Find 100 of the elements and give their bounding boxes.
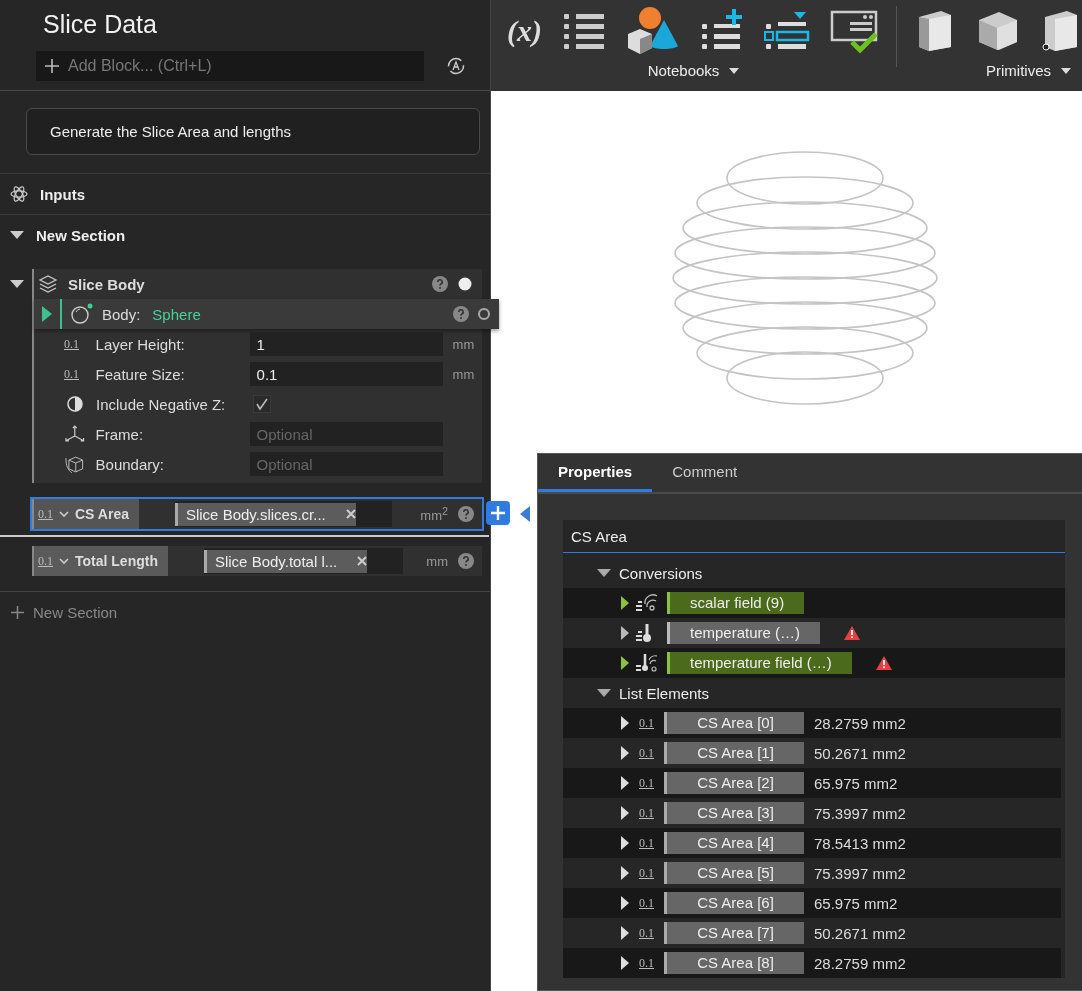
expand-arrow-icon[interactable] [621,746,629,760]
element-value: 50.2671 mm2 [814,744,906,762]
expand-arrow-icon[interactable] [621,956,629,970]
help-icon[interactable] [432,276,448,292]
parameter-input[interactable]: 1 [249,332,443,356]
section-title: Conversions [619,564,703,582]
element-chip[interactable]: CS Area [4] [664,832,804,854]
number-type-icon: 0.1 [639,925,654,941]
primitives-menu[interactable]: Primitives [986,62,1071,79]
optional-input[interactable]: Optional [249,422,443,446]
element-value: 75.3997 mm2 [814,804,906,822]
element-value: 28.2759 mm2 [814,714,906,732]
element-chip[interactable]: CS Area [8] [664,952,804,974]
expand-arrow-icon[interactable] [621,806,629,820]
cube-icon[interactable] [977,10,1019,52]
auto-refresh-icon[interactable] [446,56,466,76]
caret-icon[interactable] [597,568,611,578]
panel-tab[interactable]: Properties [538,454,653,492]
number-type-icon: 0.1 [38,553,53,569]
name-field[interactable]: CS Area [563,520,1065,553]
expand-arrow-icon[interactable] [621,926,629,940]
number-type-icon: 0.1 [639,745,654,761]
caret-icon[interactable] [10,279,24,289]
parameter-label: Feature Size: [95,365,186,383]
caret-icon [1061,67,1071,74]
element-chip[interactable]: CS Area [0] [664,712,804,734]
element-chip[interactable]: CS Area [1] [664,742,804,764]
close-icon[interactable] [357,556,368,566]
section-title[interactable]: New Section [36,226,126,244]
layers-icon [38,275,58,293]
expand-arrow-icon[interactable] [621,776,629,790]
body-value: Sphere [152,305,201,323]
pointer-arrow-icon [520,506,530,522]
element-chip[interactable]: CS Area [2] [664,772,804,794]
description-card[interactable]: Generate the Slice Area and lengths [26,108,480,155]
element-value: 28.2759 mm2 [814,954,906,972]
check-document-icon[interactable] [830,8,880,54]
number-type-icon: 0.1 [639,835,654,851]
panel-title: Slice Data [42,9,158,40]
element-chip[interactable]: CS Area [3] [664,802,804,824]
expression-chip[interactable]: Slice Body.slices.cr... [174,502,356,526]
help-icon[interactable] [458,553,474,569]
caret-icon[interactable] [10,230,24,240]
conversion-chip[interactable]: temperature field (…) [667,652,852,674]
expand-arrow-icon[interactable] [621,596,629,610]
cube-wireframe-icon [64,454,86,474]
unit-label: mm$^{2}$ [420,504,448,524]
number-type-icon: 0.1 [639,775,654,791]
cuboid-icon[interactable] [1041,9,1077,53]
number-type-icon: 0.1 [639,715,654,731]
chevron-down-icon[interactable] [59,510,69,518]
conversion-chip[interactable]: temperature (…) [667,622,821,644]
expand-arrow-icon[interactable] [621,716,629,730]
unit-label: mm [426,553,448,569]
number-type-icon: 0.1 [639,955,654,971]
add-button[interactable] [486,501,510,525]
conversion-chip[interactable]: scalar field (9) [667,592,805,614]
add-block-field[interactable]: Add Block... (Ctrl+L) [36,51,424,81]
signal-field-icon [635,592,659,614]
element-chip[interactable]: CS Area [5] [664,862,804,884]
unit-label: mm [452,366,476,382]
body-input-row[interactable]: Body: Sphere [34,299,499,329]
number-type-icon: 0.1 [639,805,654,821]
expression-chip[interactable]: Slice Body.total l... [203,549,368,573]
panel-tab[interactable]: Comment [652,454,758,492]
element-value: 65.975 mm2 [814,774,898,792]
unit-label: mm [452,336,476,352]
expand-arrow-icon[interactable] [621,626,629,640]
ring-icon [477,307,491,321]
shapes-icon[interactable] [626,6,680,56]
optional-input[interactable]: Optional [249,452,443,476]
checkbox[interactable] [253,395,271,413]
expand-arrow-icon[interactable] [621,656,629,670]
output-row[interactable]: 0.1 Total Length Slice Body.total l... mm [32,546,482,576]
expand-arrow-icon[interactable] [621,896,629,910]
element-value: 50.2671 mm2 [814,924,906,942]
block-title: Slice Body [68,275,145,293]
expand-arrow-icon[interactable] [621,836,629,850]
caret-icon[interactable] [597,688,611,698]
sphere-icon [70,303,94,325]
parameter-label: Frame: [95,425,145,443]
parameter-label: Include Negative Z: [96,395,227,413]
chevron-down-icon[interactable] [59,557,69,565]
notebooks-menu[interactable]: Notebooks [647,62,740,79]
number-type-icon: 0.1 [639,895,654,911]
section-title: List Elements [619,684,710,702]
help-icon[interactable] [458,506,474,522]
plus-icon [490,505,506,521]
plus-icon [10,605,25,620]
atom-icon [10,185,28,203]
element-chip[interactable]: CS Area [7] [664,922,804,944]
formula-button[interactable]: (x) [507,14,542,48]
new-section-button[interactable]: New Section [10,604,490,621]
help-icon[interactable] [453,306,469,322]
element-chip[interactable]: CS Area [6] [664,892,804,914]
caret-icon [729,67,740,74]
element-value: 65.975 mm2 [814,894,898,912]
inputs-label[interactable]: Inputs [40,185,85,203]
expand-arrow-icon[interactable] [621,866,629,880]
parameter-input[interactable]: 0.1 [249,362,443,386]
